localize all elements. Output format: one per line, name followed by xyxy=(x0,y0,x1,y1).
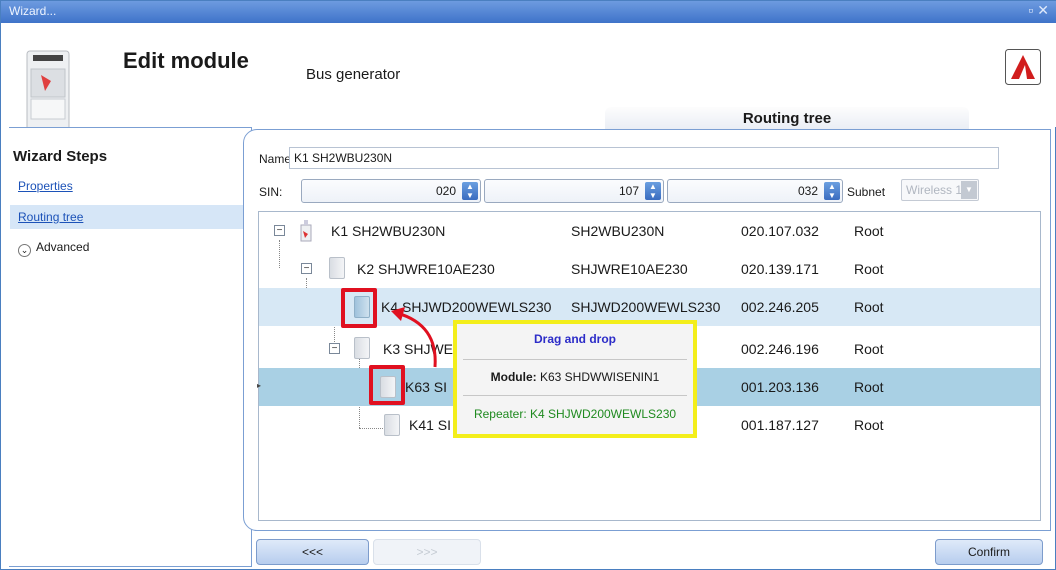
tree-node-sin: 001.187.127 xyxy=(741,417,819,433)
close-icon[interactable]: ✕ xyxy=(1037,2,1053,18)
tree-node-route: Root xyxy=(854,223,884,239)
sin-field-3[interactable]: 032 ▲ ▼ xyxy=(667,179,843,203)
collapse-icon[interactable]: − xyxy=(329,343,340,354)
drag-drop-tooltip: Drag and drop Module: K63 SHDWWISENIN1 R… xyxy=(453,320,697,438)
table-row[interactable]: − K1 SH2WBU230N SH2WBU230N 020.107.032 R… xyxy=(259,212,1040,250)
wizard-steps-heading: Wizard Steps xyxy=(13,148,108,165)
wizard-window: Wizard... ▫✕ Edit module Bus generator R… xyxy=(0,0,1056,570)
tree-node-route: Root xyxy=(854,417,884,433)
collapse-icon[interactable]: − xyxy=(274,225,285,236)
tree-node-sin: 020.139.171 xyxy=(741,261,819,277)
chevron-down-icon[interactable]: ▼ xyxy=(961,181,977,199)
step-advanced-label: Advanced xyxy=(36,240,90,254)
drag-arrow-icon xyxy=(391,307,437,368)
table-row[interactable]: − K2 SHJWRE10AE230 SHJWRE10AE230 020.139… xyxy=(259,250,1040,288)
tooltip-repeater: Repeater: K4 SHJWD200WEWLS230 xyxy=(473,407,677,421)
sin-field-2-value: 107 xyxy=(618,184,639,198)
tooltip-title: Drag and drop xyxy=(533,332,616,346)
divider xyxy=(463,359,687,360)
device-icon xyxy=(329,257,345,279)
tree-node-name: K63 SI xyxy=(405,379,448,395)
name-label: Name xyxy=(259,152,292,166)
tree-node-sin: 020.107.032 xyxy=(741,223,819,239)
tree-node-route: Root xyxy=(854,299,884,315)
tab-routing-tree[interactable]: Routing tree xyxy=(605,107,969,129)
tree-node-name: K1 SH2WBU230N xyxy=(331,223,446,239)
tree-node-model: SHJWD200WEWLS230 xyxy=(571,299,721,315)
spinner-icon[interactable]: ▲ ▼ xyxy=(645,182,661,200)
spinner-icon[interactable]: ▲ ▼ xyxy=(462,182,478,200)
collapse-icon[interactable]: − xyxy=(301,263,312,274)
chevron-down-icon: ⌄ xyxy=(18,244,31,257)
window-title: Wizard... xyxy=(9,4,57,18)
device-icon xyxy=(384,414,400,436)
tree-node-route: Root xyxy=(854,341,884,357)
wizard-steps-panel: Wizard Steps Properties Routing tree ⌄ Ad… xyxy=(9,127,252,567)
tree-node-name: K41 SI xyxy=(409,417,452,433)
divider xyxy=(463,395,687,396)
spinner-icon[interactable]: ▲ ▼ xyxy=(824,182,840,200)
dragged-item-highlight xyxy=(369,365,405,405)
sin-label: SIN: xyxy=(259,185,283,199)
back-button[interactable]: <<< xyxy=(256,539,369,565)
next-button[interactable]: >>> xyxy=(373,539,481,565)
tree-node-route: Root xyxy=(854,261,884,277)
tree-node-route: Root xyxy=(854,379,884,395)
subnet-select[interactable]: Wireless 1 ▼ xyxy=(901,179,979,201)
sin-field-3-value: 032 xyxy=(797,184,818,198)
tree-node-sin: 001.203.136 xyxy=(741,379,819,395)
tree-node-sin: 002.246.205 xyxy=(741,299,819,315)
step-routing-tree[interactable]: Routing tree xyxy=(10,205,250,229)
subnet-label: Subnet xyxy=(847,185,886,199)
app-logo-icon xyxy=(1005,49,1041,85)
drop-target-highlight xyxy=(341,288,377,328)
step-properties[interactable]: Properties xyxy=(10,174,250,198)
module-type-subtitle: Bus generator xyxy=(306,66,401,83)
tree-node-name: K2 SHJWRE10AE230 xyxy=(357,261,495,277)
maximize-icon[interactable]: ▫ xyxy=(1028,2,1037,18)
row-pointer-icon: ▸ xyxy=(257,381,262,390)
sin-field-2[interactable]: 107 ▲ ▼ xyxy=(484,179,664,203)
page-title: Edit module xyxy=(123,48,249,73)
device-icon xyxy=(354,337,370,359)
tree-node-model: SHJWRE10AE230 xyxy=(571,261,688,277)
title-bar: Wizard... ▫✕ xyxy=(1,1,1056,23)
tooltip-module: Module: K63 SHDWWISENIN1 xyxy=(457,370,693,384)
generator-device-icon xyxy=(300,220,312,242)
subnet-value: Wireless 1 xyxy=(906,183,963,197)
tree-node-model: SH2WBU230N xyxy=(571,223,665,239)
confirm-button[interactable]: Confirm xyxy=(935,539,1043,565)
tooltip-module-value: K63 SHDWWISENIN1 xyxy=(539,370,660,384)
sin-field-1[interactable]: 020 ▲ ▼ xyxy=(301,179,481,203)
name-field[interactable]: K1 SH2WBU230N xyxy=(289,147,999,169)
step-advanced[interactable]: ⌄ Advanced xyxy=(10,235,250,259)
sin-field-1-value: 020 xyxy=(435,184,456,198)
window-controls[interactable]: ▫✕ xyxy=(1028,2,1053,19)
tree-node-sin: 002.246.196 xyxy=(741,341,819,357)
tooltip-module-label: Module: xyxy=(490,370,537,384)
